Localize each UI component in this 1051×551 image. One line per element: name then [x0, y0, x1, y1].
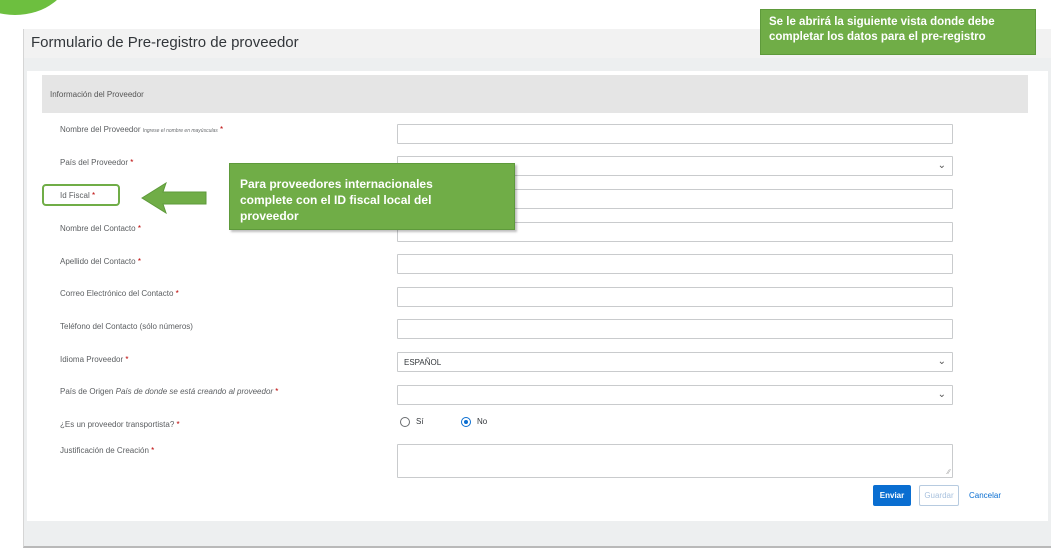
instruction-callout: Se le abrirá la siguiente vista donde de…: [760, 9, 1036, 55]
required-marker: *: [137, 257, 141, 266]
radio-si-label: Sí: [416, 417, 424, 427]
label-justificacion: Justificación de Creación *: [60, 446, 155, 455]
correo-contacto-input[interactable]: [397, 287, 953, 307]
required-marker: *: [220, 125, 224, 134]
justificacion-textarea[interactable]: ∕∕: [397, 444, 953, 478]
label-correo-contacto: Correo Electrónico del Contacto *: [60, 289, 179, 298]
required-marker: *: [125, 355, 129, 364]
section-title: Información del Proveedor: [50, 90, 144, 99]
radio-no[interactable]: No: [461, 417, 487, 427]
required-marker: *: [176, 420, 180, 429]
apellido-contacto-input[interactable]: [397, 254, 953, 274]
id-fiscal-highlight: [42, 184, 120, 206]
radio-si-circle[interactable]: [400, 417, 410, 427]
idioma-selected-value: ESPAÑOL: [404, 358, 442, 367]
label-nombre-proveedor: Nombre del Proveedor Ingrese el nombre e…: [60, 125, 224, 134]
required-marker: *: [151, 446, 155, 455]
arrow-left-icon: [141, 181, 207, 215]
chevron-down-icon: ⌄: [937, 356, 946, 367]
corner-decoration: [0, 0, 70, 15]
radio-no-circle[interactable]: [461, 417, 471, 427]
label-idioma-proveedor: Idioma Proveedor *: [60, 355, 129, 364]
label-nombre-contacto: Nombre del Contacto *: [60, 224, 141, 233]
required-marker: *: [275, 387, 279, 396]
id-fiscal-callout: Para proveedores internacionales complet…: [229, 163, 515, 230]
radio-si[interactable]: Sí: [400, 417, 424, 427]
section-header: Información del Proveedor: [42, 75, 1028, 113]
pais-origen-select[interactable]: ⌄: [397, 385, 953, 405]
label-pais-proveedor: País del Proveedor *: [60, 158, 134, 167]
telefono-contacto-input[interactable]: [397, 319, 953, 339]
radio-no-label: No: [477, 417, 488, 427]
submit-button[interactable]: Enviar: [873, 485, 911, 506]
chevron-down-icon: ⌄: [937, 160, 946, 171]
label-transportista: ¿Es un proveedor transportista? *: [60, 420, 180, 429]
label-telefono-contacto: Teléfono del Contacto (sólo números): [60, 322, 193, 331]
cancel-button[interactable]: Cancelar: [960, 485, 1010, 506]
hint-nombre-proveedor: Ingrese el nombre en mayúsculas: [142, 128, 218, 134]
required-marker: *: [130, 158, 134, 167]
required-marker: *: [175, 289, 179, 298]
form-page: Formulario de Pre-registro de proveedor …: [23, 29, 1051, 548]
chevron-down-icon: ⌄: [937, 389, 946, 400]
required-marker: *: [137, 224, 141, 233]
hint-pais-origen: País de donde se está creando al proveed…: [115, 387, 274, 396]
resize-grip-icon[interactable]: ∕∕: [948, 469, 950, 476]
nombre-proveedor-input[interactable]: [397, 124, 953, 144]
save-button[interactable]: Guardar: [919, 485, 959, 506]
label-apellido-contacto: Apellido del Contacto *: [60, 257, 141, 266]
page-title: Formulario de Pre-registro de proveedor: [31, 34, 299, 51]
idioma-proveedor-select[interactable]: ESPAÑOL ⌄: [397, 352, 953, 372]
label-pais-origen: País de Origen País de donde se está cre…: [60, 387, 279, 396]
